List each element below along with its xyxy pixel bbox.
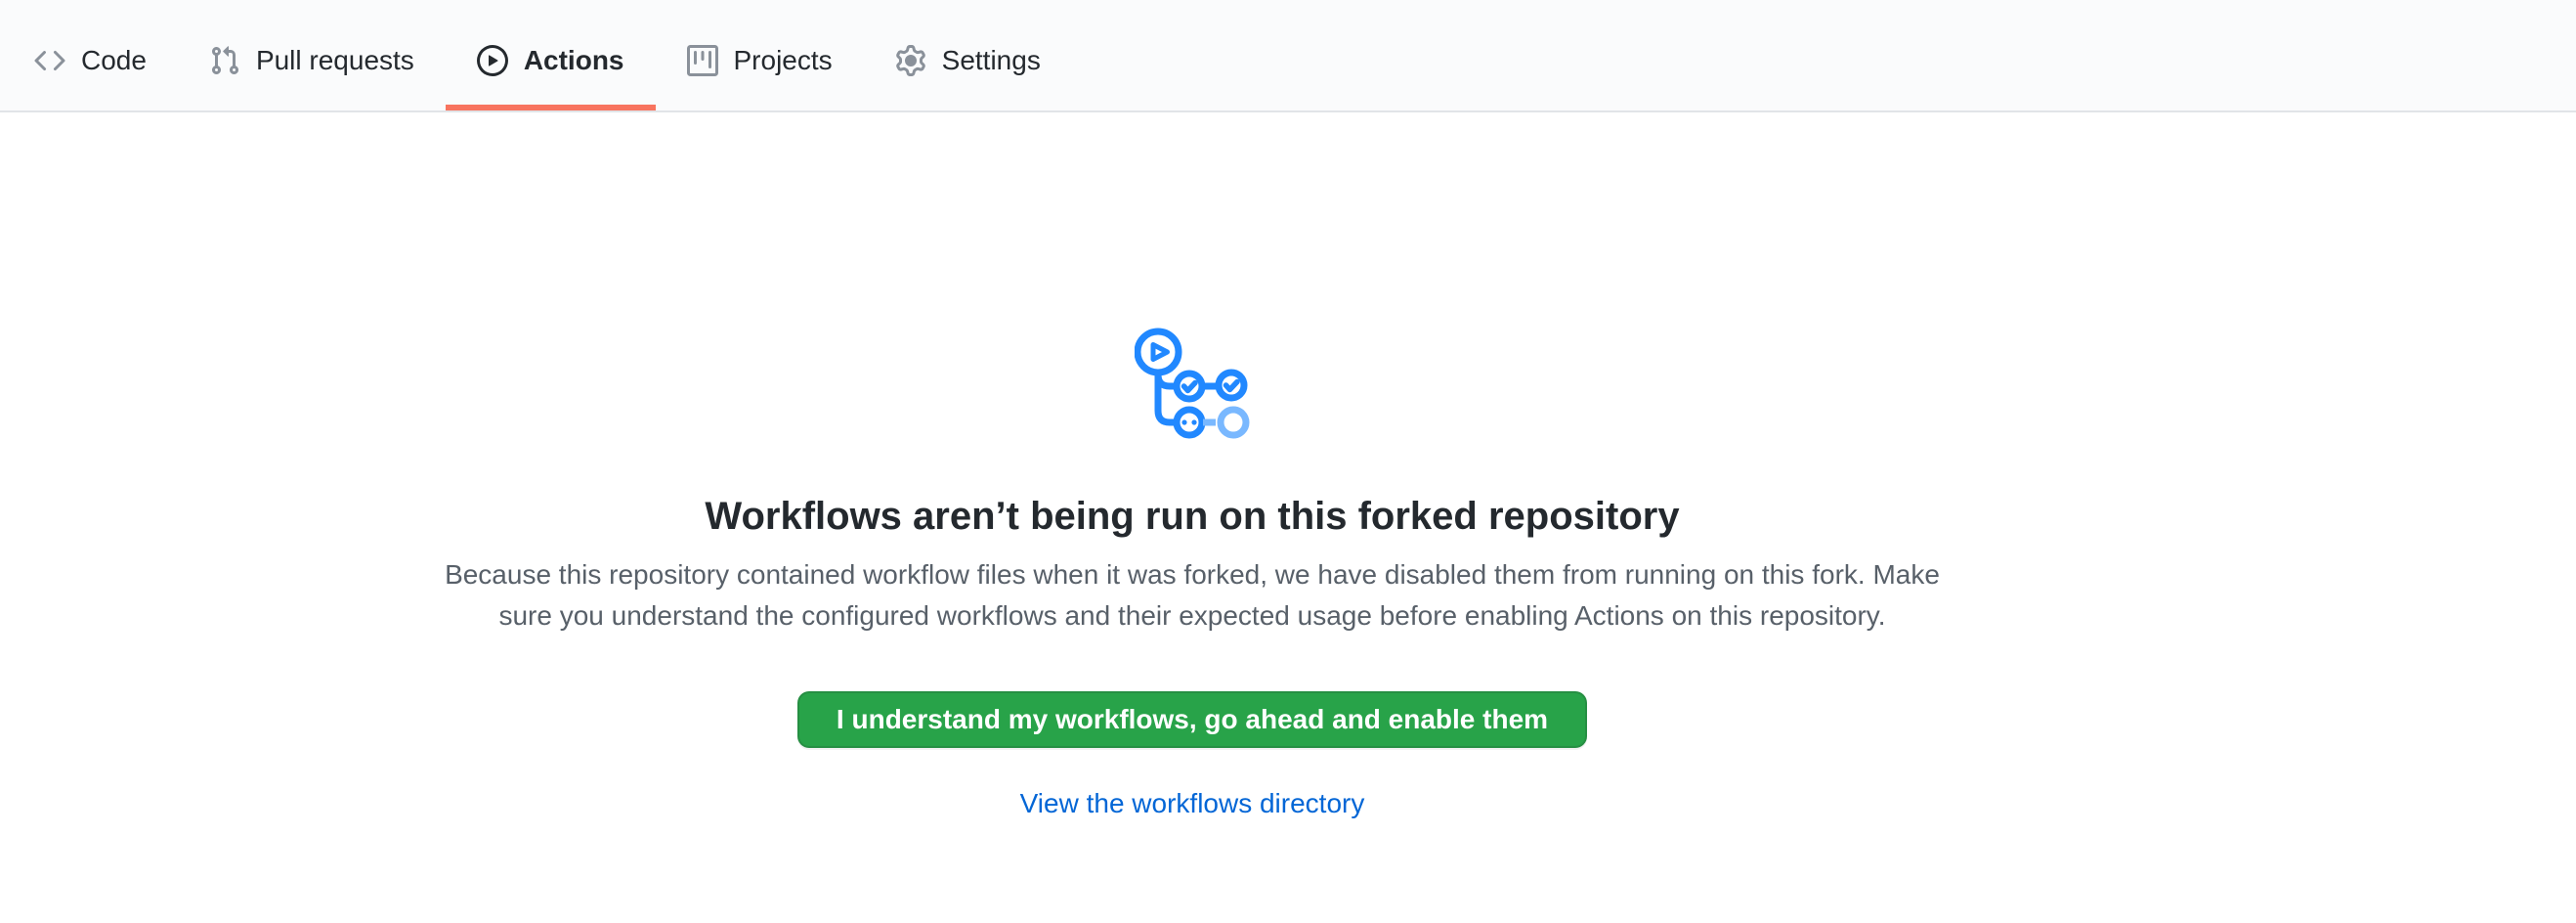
enable-workflows-button[interactable]: I understand my workflows, go ahead and … bbox=[797, 691, 1587, 748]
git-pull-request-icon bbox=[209, 45, 240, 76]
tab-actions[interactable]: Actions bbox=[446, 10, 656, 110]
code-icon bbox=[34, 45, 65, 76]
blankslate-description: Because this repository contained workfl… bbox=[0, 554, 2384, 637]
tab-actions-label: Actions bbox=[524, 44, 624, 77]
actions-blankslate: Workflows aren’t being run on this forke… bbox=[0, 112, 2384, 820]
blankslate-description-line-1: Because this repository contained workfl… bbox=[0, 554, 2384, 595]
project-board-icon bbox=[687, 45, 718, 76]
tab-code-label: Code bbox=[81, 44, 147, 77]
gear-icon bbox=[895, 45, 926, 76]
view-workflows-directory-link[interactable]: View the workflows directory bbox=[1020, 788, 1365, 818]
tab-settings-label: Settings bbox=[942, 44, 1041, 77]
play-circle-icon bbox=[477, 45, 508, 76]
tab-projects[interactable]: Projects bbox=[656, 10, 864, 110]
tab-code[interactable]: Code bbox=[3, 10, 178, 110]
repo-tab-nav: Code Pull requests Actions Projects Sett… bbox=[0, 0, 2576, 112]
tab-projects-label: Projects bbox=[734, 44, 833, 77]
blankslate-heading: Workflows aren’t being run on this forke… bbox=[0, 492, 2384, 541]
actions-workflow-icon bbox=[0, 327, 2384, 445]
blankslate-description-line-2: sure you understand the configured workf… bbox=[0, 595, 2384, 637]
selected-tab-underline bbox=[446, 105, 656, 110]
tab-pull-requests[interactable]: Pull requests bbox=[178, 10, 446, 110]
tab-pull-requests-label: Pull requests bbox=[256, 44, 414, 77]
tab-settings[interactable]: Settings bbox=[864, 10, 1072, 110]
